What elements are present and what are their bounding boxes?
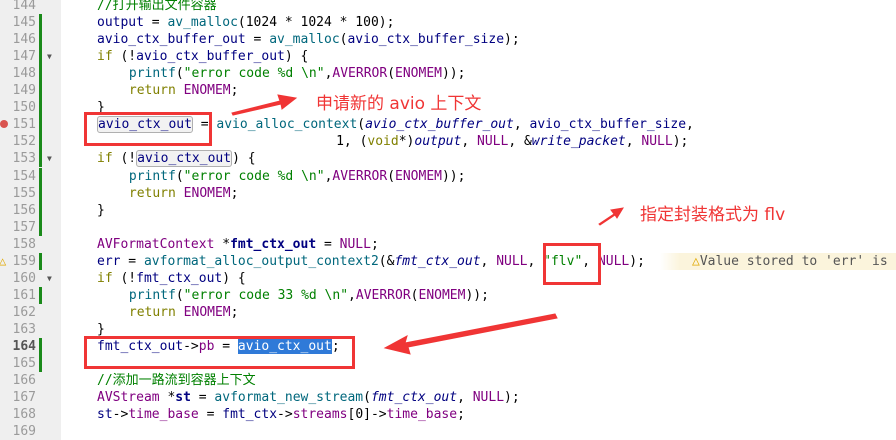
arrow-icon	[231, 94, 298, 116]
arrow-icon	[383, 313, 558, 355]
annotation-arrows	[231, 94, 624, 355]
arrow-icon	[598, 207, 624, 226]
